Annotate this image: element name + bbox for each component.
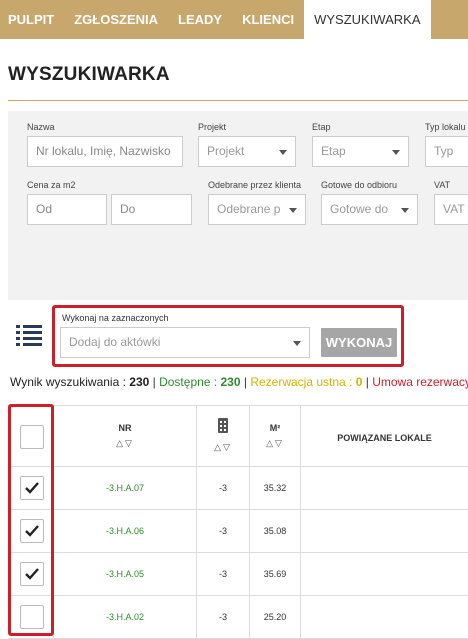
check-icon — [25, 482, 39, 494]
chevron-down-icon — [279, 150, 287, 155]
row-select-cell — [8, 596, 54, 639]
sort-arrows-icon[interactable]: △▽ — [54, 438, 196, 449]
etap-label: Etap — [312, 122, 331, 132]
check-icon — [25, 568, 39, 580]
floor-cell: -3 — [197, 510, 250, 553]
results-count: 230 — [129, 375, 150, 389]
gotowe-select-value: Gotowe do — [330, 202, 389, 216]
nr-cell[interactable]: -3.H.A.07 — [54, 467, 197, 510]
area-cell: 25.20 — [250, 596, 301, 639]
nr-column-header[interactable]: NR △▽ — [54, 406, 197, 467]
page-title: WYSZUKIWARKA — [8, 64, 170, 85]
check-icon — [25, 525, 39, 537]
row-select-cell — [8, 510, 54, 553]
nr-cell[interactable]: -3.H.A.02 — [54, 596, 197, 639]
area-cell: 35.08 — [250, 510, 301, 553]
tab-zgloszenia[interactable]: ZGŁOSZENIA — [64, 0, 168, 39]
title-divider — [8, 100, 468, 101]
typ-lokalu-select[interactable]: Typ — [425, 136, 468, 167]
bulk-action-select-value: Dodaj do aktówki — [69, 335, 161, 349]
chevron-down-icon — [401, 208, 409, 213]
related-cell — [301, 467, 468, 510]
table-row: -3.H.A.06 -3 35.08 — [8, 510, 468, 553]
area-header-label: M² — [269, 423, 281, 433]
available-label: Dostępne : — [159, 375, 218, 389]
related-cell — [301, 596, 468, 639]
odebrane-select[interactable]: Odebrane p — [208, 194, 306, 225]
vat-select[interactable]: VAT — [434, 194, 468, 225]
row-select-cell — [8, 467, 54, 510]
row-checkbox[interactable] — [20, 562, 44, 586]
bulk-action-select[interactable]: Dodaj do aktówki — [60, 327, 310, 358]
oral-reservation-label: Rezerwacja ustna : — [250, 375, 353, 389]
list-view-icon[interactable] — [16, 325, 42, 347]
bulk-actions-label: Wykonaj na zaznaczonych — [62, 313, 169, 323]
sort-arrows-icon[interactable]: △▽ — [250, 438, 300, 449]
typ-lokalu-select-value: Typ — [434, 144, 454, 158]
cena-do-input[interactable]: Do — [111, 194, 192, 225]
results-label: Wynik wyszukiwania : — [10, 375, 126, 389]
related-cell — [301, 553, 468, 596]
floor-cell: -3 — [197, 467, 250, 510]
nr-cell[interactable]: -3.H.A.06 — [54, 510, 197, 553]
filter-panel: Nazwa Nr lokalu, Imię, Nazwisko Projekt … — [8, 111, 468, 300]
gotowe-select[interactable]: Gotowe do — [321, 194, 418, 225]
nazwa-label: Nazwa — [27, 122, 55, 132]
projekt-select[interactable]: Projekt — [198, 136, 296, 167]
area-cell: 35.32 — [250, 467, 301, 510]
typ-lokalu-label: Typ lokalu — [425, 122, 466, 132]
floor-cell: -3 — [197, 596, 250, 639]
tab-klienci[interactable]: KLIENCI — [232, 0, 304, 39]
odebrane-label: Odebrane przez klienta — [208, 180, 302, 190]
bulk-actions-panel: Wykonaj na zaznaczonych Dodaj do aktówki… — [52, 305, 404, 367]
area-cell: 35.69 — [250, 553, 301, 596]
tab-pulpit[interactable]: PULPIT — [0, 0, 64, 39]
vat-label: VAT — [434, 180, 451, 190]
wykonaj-button[interactable]: WYKONAJ — [321, 328, 397, 357]
building-column-header[interactable]: △▽ — [197, 406, 250, 467]
table-row: -3.H.A.05 -3 35.69 — [8, 553, 468, 596]
nr-cell[interactable]: -3.H.A.05 — [54, 553, 197, 596]
row-checkbox[interactable] — [20, 476, 44, 500]
cena-od-input[interactable]: Od — [27, 194, 107, 225]
tab-leady[interactable]: LEADY — [168, 0, 232, 39]
odebrane-select-value: Odebrane p — [217, 202, 281, 216]
nazwa-input[interactable]: Nr lokalu, Imię, Nazwisko — [27, 136, 183, 167]
cena-m2-label: Cena za m2 — [27, 180, 76, 190]
nr-header-label: NR — [118, 423, 132, 433]
select-all-header — [8, 406, 54, 467]
top-nav: PULPIT ZGŁOSZENIA LEADY KLIENCI WYSZUKIW… — [0, 0, 468, 39]
results-table: NR △▽ △▽ M² △▽ POWIĄZANE LOKALE -3.H.A.0… — [8, 405, 468, 639]
contract-reservation-label: Umowa rezerwacyjna — [372, 375, 468, 389]
vat-select-value: VAT — [443, 202, 465, 216]
related-header-label: POWIĄZANE LOKALE — [337, 433, 432, 443]
projekt-select-value: Projekt — [207, 144, 245, 158]
tab-wyszukiwarka[interactable]: WYSZUKIWARKA — [304, 0, 431, 39]
sort-arrows-icon[interactable]: △▽ — [197, 442, 249, 453]
related-cell — [301, 510, 468, 553]
etap-select-value: Etap — [321, 144, 346, 158]
results-summary: Wynik wyszukiwania : 230 | Dostępne : 23… — [10, 375, 468, 389]
row-checkbox[interactable] — [20, 519, 44, 543]
projekt-label: Projekt — [198, 122, 227, 132]
chevron-down-icon — [289, 208, 297, 213]
row-checkbox[interactable] — [20, 605, 44, 629]
floor-cell: -3 — [197, 553, 250, 596]
row-select-cell — [8, 553, 54, 596]
chevron-down-icon — [392, 150, 400, 155]
related-column-header: POWIĄZANE LOKALE — [301, 406, 468, 467]
chevron-down-icon — [293, 341, 301, 346]
table-row: -3.H.A.07 -3 35.32 — [8, 467, 468, 510]
area-column-header[interactable]: M² △▽ — [250, 406, 301, 467]
gotowe-label: Gotowe do odbioru — [321, 180, 398, 190]
select-all-checkbox[interactable] — [20, 425, 44, 449]
available-count: 230 — [220, 375, 241, 389]
oral-reservation-count: 0 — [355, 375, 363, 389]
table-row: -3.H.A.02 -3 25.20 — [8, 596, 468, 639]
building-icon — [218, 418, 228, 433]
etap-select[interactable]: Etap — [312, 136, 409, 167]
